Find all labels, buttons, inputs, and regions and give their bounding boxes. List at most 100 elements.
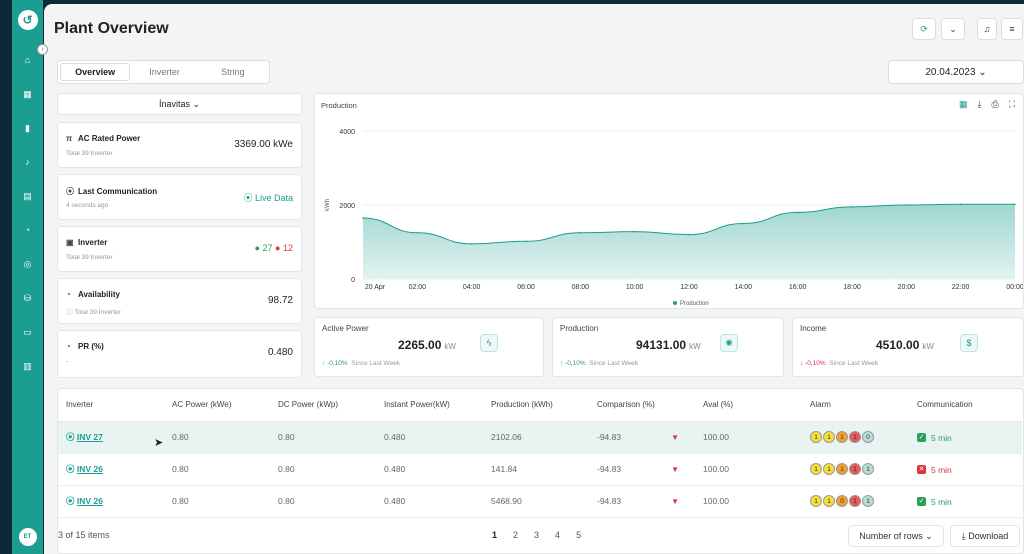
col-aval[interactable]: Aval (%) [695,389,802,422]
inverter-link[interactable]: ⦿ INV 26 [66,496,103,506]
server-icon[interactable]: ▭ [22,324,34,340]
communication-value: 5 min [931,432,952,443]
x-tick-label: 02:00 [409,284,427,291]
date-picker[interactable]: 20.04.2023 ⌄ [888,60,1024,84]
alarm-badge[interactable]: 0 [862,431,874,443]
stat-sub: Total 39 Inverter [74,309,121,316]
target-icon[interactable]: ◎ [22,256,34,272]
x-tick-label: 00:00 [1006,284,1023,291]
stat-pr: ◔ PR (%) - 0.480 [57,330,302,378]
gauge-icon: ◔ [66,342,71,351]
col-ac-power[interactable]: AC Power (kWe) [164,389,270,422]
table-row[interactable]: ⦿ INV 27 0.80 0.80 0.480 2102.06 -94.83 ▼ 100.0… [58,421,1022,454]
chevron-down-icon: ⌄ [925,530,933,541]
app-logo-icon[interactable]: ↺ [17,10,38,30]
stat-value: 98.72 [267,295,293,306]
alarm-badge[interactable]: 1 [823,463,835,475]
tab-inverter[interactable]: Inverter [130,63,198,81]
chart-icon[interactable]: ▮ [22,120,34,136]
alarm-badge[interactable]: 1 [823,431,835,443]
gauge-icon[interactable]: ◔ [22,222,34,238]
metric-value: 4510.00 [876,338,920,352]
col-comparison[interactable]: Comparison (%) [589,389,695,422]
rows-per-page-select[interactable]: Number of rows ⌄ [848,525,944,547]
bell-icon[interactable]: ♫ [977,18,997,40]
legend-label[interactable]: Production [680,301,709,307]
col-instant-power[interactable]: Instant Power(kW) [376,389,483,422]
communication-cell: ✕ 5 min [909,453,1022,486]
inverter-link[interactable]: ⦿ INV 26 [66,464,103,474]
alarm-badge[interactable]: 1 [836,431,848,443]
fullscreen-icon[interactable]: ⛶ [1009,99,1015,110]
table-icon[interactable]: ▦ [959,99,968,110]
alarm-badge[interactable]: 1 [836,463,848,475]
stat-sub: Total 39 Inverter [66,254,113,261]
page-4[interactable]: 4 [555,530,560,540]
production-cell: 141.84 [483,453,589,486]
col-production[interactable]: Production (kWh) [483,389,589,422]
dollar-icon: $ [960,334,978,352]
map-icon[interactable]: ▥ [22,358,34,374]
data-point [470,243,473,245]
plant-name: İnavitas [158,99,190,109]
metric-since: Since Last Week [351,360,400,367]
alarm-badge[interactable]: 1 [849,495,861,507]
bell-icon[interactable]: ♪ [22,154,34,170]
production-area [363,204,1015,279]
x-tick-label: 10:00 [626,284,644,291]
alarm-badge[interactable]: 1 [862,463,874,475]
download-button[interactable]: ⤓ Download [950,525,1020,547]
comparison-value: -94.83 [597,496,622,506]
alarm-badge[interactable]: 1 [849,463,861,475]
page-5[interactable]: 5 [576,530,581,540]
metric-title: Production [560,324,599,333]
alarm-badge[interactable]: 1 [862,495,874,507]
stat-value: 3369.00 kWe [234,139,293,150]
table-row[interactable]: ⦿ INV 26 0.80 0.80 0.480 5468.90 -94.83 ▼ 100.0… [58,485,1022,518]
print-icon[interactable]: ⎙ [991,99,998,110]
alarm-badge[interactable]: 1 [849,431,861,443]
metric-production: Production 94131.00 kW ✺ ↑ -0,10% Since L… [552,317,784,377]
stat-sub: Total 39 Inverter [66,150,113,157]
triangle-down-icon: ▼ [671,497,680,506]
alarm-badge[interactable]: 1 [810,431,822,443]
ac-power-cell: 0.80 [164,421,270,454]
alarm-badge[interactable]: 1 [810,463,822,475]
alarm-badge[interactable]: 1 [823,495,835,507]
tab-string[interactable]: String [199,63,267,81]
dashboard-icon[interactable]: ▦ [22,86,34,102]
sidebar-collapse-icon[interactable]: › [37,44,48,55]
avatar[interactable]: ET [18,528,37,546]
inverter-link[interactable]: ⦿ INV 27 [66,432,103,442]
plant-selector[interactable]: İnavitas ⌄ [57,93,302,115]
signal-icon: ⦿ [243,193,255,203]
refresh-icon[interactable]: ⟳ [912,18,936,40]
chevron-down-icon[interactable]: ⌄ [941,18,965,40]
table-row[interactable]: ⦿ INV 26 0.80 0.80 0.480 141.84 -94.83 ▼ 100.00… [58,453,1022,486]
col-communication[interactable]: Communication [909,389,1022,422]
download-icon[interactable]: ⤓ [978,99,982,110]
page-1[interactable]: 1 [492,530,497,540]
stat-title: Inverter [78,238,108,247]
tab-overview[interactable]: Overview [60,63,131,81]
col-inverter[interactable]: Inverter [58,389,164,422]
transmission-tower-icon: π [66,134,73,143]
dc-power-cell: 0.80 [270,485,376,518]
device-icon[interactable]: ⛁ [22,290,34,306]
data-point [742,222,745,225]
alarm-badge[interactable]: 1 [810,495,822,507]
col-dc-power[interactable]: DC Power (kWp) [270,389,376,422]
home-icon[interactable]: ⌂ [22,52,34,68]
alarm-badge[interactable]: 0 [836,495,848,507]
download-label: Download [968,531,1009,541]
gauge-icon: ◔ [66,290,71,299]
metric-unit: kW [922,342,934,351]
stat-ac-rated-power: π AC Rated Power Total 39 Inverter 3369.0… [57,122,302,168]
settings-sliders-icon[interactable]: ≡ [1001,18,1023,40]
report-icon[interactable]: ▤ [22,188,34,204]
col-alarm[interactable]: Alarm [802,389,909,422]
page-2[interactable]: 2 [513,530,518,540]
page-3[interactable]: 3 [534,530,539,540]
x-tick-label: 18:00 [843,284,861,291]
stat-value: 0.480 [267,347,293,358]
